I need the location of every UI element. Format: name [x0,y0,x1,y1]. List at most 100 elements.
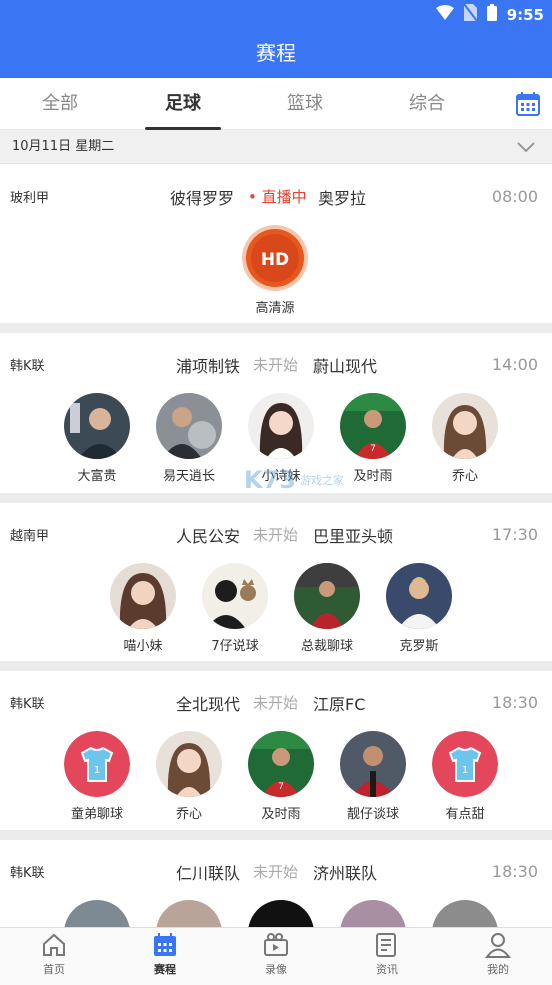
home-team: 浦项制铁 [175,357,240,376]
streamer-avatar [432,900,498,927]
streamer-item[interactable] [57,900,137,927]
streamer-name: 靓仔谈球 [346,807,399,822]
hd-badge-text: HD [261,250,289,270]
streamer-avatar [248,900,314,927]
league-name: 韩K联 [10,697,45,712]
match-card[interactable]: 韩K联 仁川联队 未开始 济州联队 18:30 [0,840,552,927]
away-team: 奥罗拉 [318,189,367,208]
match-time: 17:30 [491,525,538,544]
svg-text:游戏之家: 游戏之家 [300,473,344,487]
svg-text:1: 1 [94,765,100,776]
away-team: 江原FC [313,695,366,714]
streamer-avatar [156,900,222,927]
source-hd[interactable]: HD 高清源 [235,225,315,316]
nav-label: 我的 [487,963,509,976]
tab-all[interactable]: 全部 [20,78,100,130]
bottom-nav: 首页 赛程 录像 资讯 我的 [0,927,552,985]
jersey-icon: 1 [432,731,498,797]
streamer-avatar [340,900,406,927]
tab-football[interactable]: 足球 [143,78,223,130]
nav-news[interactable]: 资讯 [347,932,427,977]
league-name: 韩K联 [10,866,45,881]
tab-general[interactable]: 综合 [387,78,467,130]
match-card[interactable]: 越南甲 人民公安 未开始 巴里亚头顿 17:30 喵小妹 7仔说球 总裁聊球 克… [0,503,552,661]
streamer-item[interactable] [425,900,505,927]
watermark-logo: K73 游戏之家 [244,462,344,498]
calendar-icon[interactable] [516,92,540,116]
league-name: 越南甲 [10,529,50,544]
streamer-name: 大富贵 [77,469,117,484]
away-team: 巴里亚头顿 [313,527,394,546]
streamer-name: 乔心 [451,469,478,484]
nav-profile[interactable]: 我的 [458,932,538,977]
streamer-item[interactable]: 7 及时雨 [241,731,321,822]
streamer-name: 7仔说球 [211,639,259,654]
streamer-avatar: 7 [248,731,314,797]
svg-text:7: 7 [370,444,376,454]
match-card[interactable]: 韩K联 全北现代 未开始 江原FC 18:30 1 童弟聊球 乔心 7 及时雨 … [0,671,552,830]
match-time: 14:00 [491,355,538,374]
date-label: 10月11日 星期二 [12,139,115,154]
nav-replay[interactable]: 录像 [236,932,316,977]
streamer-item[interactable]: 1 有点甜 [425,731,505,822]
streamer-item[interactable]: 1 童弟聊球 [57,731,137,822]
streamer-name: 及时雨 [261,807,301,822]
streamer-item[interactable]: 7仔说球 [195,563,275,654]
sport-tabs: 全部 足球 篮球 综合 [0,78,552,130]
streamer-item[interactable]: 总裁聊球 [287,563,367,654]
tab-basketball[interactable]: 篮球 [265,78,345,130]
streamer-item[interactable]: 靓仔谈球 [333,731,413,822]
streamer-item[interactable]: 7 及时雨 [333,393,413,484]
league-name: 玻利甲 [10,191,50,206]
match-status: 未开始 [253,356,299,374]
streamer-avatar [202,563,268,629]
nav-label: 首页 [43,963,65,976]
streamer-avatar [64,900,130,927]
svg-text:7: 7 [278,782,284,792]
calendar-icon [154,933,176,956]
user-icon [485,933,511,958]
streamer-item[interactable] [241,900,321,927]
divider [0,323,552,333]
streamer-avatar [432,393,498,459]
streamer-avatar [156,393,222,459]
battery-icon [486,4,497,25]
streamer-item[interactable]: 喵小妹 [103,563,183,654]
streamer-avatar [110,563,176,629]
streamer-item[interactable]: 易天逍长 [149,393,229,484]
news-icon [376,933,396,957]
match-status: • 直播中 [248,188,307,206]
divider [0,661,552,671]
streamer-item[interactable]: 乔心 [149,731,229,822]
streamer-item[interactable]: 克罗斯 [379,563,459,654]
streamer-name: 克罗斯 [399,639,439,654]
streamer-avatar [386,563,452,629]
nav-label: 赛程 [154,963,176,976]
match-time: 18:30 [491,693,538,712]
home-team: 彼得罗罗 [169,189,234,208]
streamer-item[interactable]: 大富贵 [57,393,137,484]
streamer-name: 喵小妹 [123,639,163,654]
chevron-down-icon[interactable] [516,139,536,158]
match-status: 未开始 [253,694,299,712]
video-icon [264,933,288,956]
divider [0,830,552,840]
streamer-item[interactable] [149,900,229,927]
away-team: 济州联队 [313,864,378,883]
home-team: 全北现代 [175,695,240,714]
match-card[interactable]: 玻利甲 彼得罗罗 • 直播中 奥罗拉 08:00 HD 高清源 [0,165,552,323]
nav-schedule[interactable]: 赛程 [125,932,205,977]
match-time: 18:30 [491,862,538,881]
no-sim-icon [462,3,478,25]
source-name: 高清源 [255,301,295,316]
match-status: 未开始 [253,863,299,881]
match-time: 08:00 [491,187,538,206]
streamer-item[interactable] [333,900,413,927]
streamer-item[interactable]: 乔心 [425,393,505,484]
league-name: 韩K联 [10,359,45,374]
streamer-avatar [340,731,406,797]
streamer-avatar [294,563,360,629]
date-selector[interactable]: 10月11日 星期二 [0,130,552,164]
nav-home[interactable]: 首页 [14,932,94,977]
streamer-avatar [156,731,222,797]
